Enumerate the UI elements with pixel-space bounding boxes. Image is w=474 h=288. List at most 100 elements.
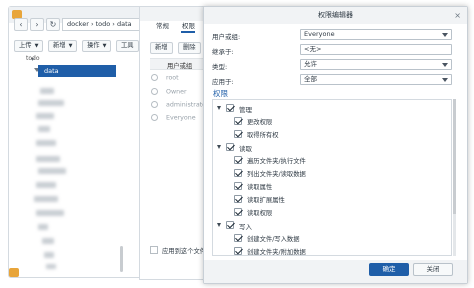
- chevron-down-icon: ▼: [34, 43, 39, 49]
- group-label-write: 写入: [239, 223, 252, 231]
- type-select[interactable]: 允许: [300, 59, 452, 70]
- tab-permission[interactable]: 权限: [182, 20, 195, 30]
- active-tab-indicator: [181, 31, 195, 33]
- perm-checkbox[interactable]: [234, 169, 242, 177]
- table-row[interactable]: Owner: [151, 88, 187, 96]
- tree-item-redacted[interactable]: [36, 140, 56, 146]
- user-name: Owner: [166, 88, 187, 96]
- perm-label: 列出文件夹/读取数据: [247, 171, 306, 178]
- perm-label: 读取扩展属性: [247, 197, 285, 204]
- chevron-down-icon: ▼: [102, 43, 107, 49]
- perm-checkbox[interactable]: [234, 208, 242, 216]
- group-label-read: 读取: [239, 145, 252, 153]
- close-icon[interactable]: ×: [454, 11, 461, 20]
- perm-checkbox[interactable]: [234, 234, 242, 242]
- user-name: root: [166, 74, 179, 82]
- tree-item-redacted[interactable]: [46, 264, 56, 269]
- apply-to-folder-checkbox[interactable]: [150, 246, 158, 254]
- perm-checkbox[interactable]: [234, 130, 242, 138]
- create-menu-button[interactable]: 新增 ▼: [48, 40, 78, 52]
- apply-to-select[interactable]: 全部: [300, 74, 452, 85]
- properties-titlebar: [140, 7, 208, 21]
- perm-label: 读取权限: [247, 210, 273, 217]
- back-button[interactable]: ‹: [14, 18, 28, 31]
- grid-header-user: 用户或组: [167, 63, 193, 70]
- tree-item-redacted[interactable]: [38, 100, 64, 106]
- user-icon: [151, 88, 158, 95]
- group-checkbox-write[interactable]: [226, 221, 234, 229]
- chevron-down-icon: [442, 33, 448, 37]
- perm-label: 创建文件/写入数据: [247, 236, 300, 243]
- tree-item-data-selected[interactable]: data: [38, 65, 116, 77]
- apply-to-value: 全部: [304, 75, 317, 83]
- chevron-down-icon[interactable]: [217, 223, 221, 227]
- chevron-down-icon: [442, 78, 448, 82]
- tree-item-redacted[interactable]: [42, 238, 54, 244]
- file-station-app-icon: [9, 268, 19, 277]
- forward-icon: ›: [35, 20, 39, 29]
- tree-item-todo[interactable]: todo: [26, 55, 40, 62]
- perm-checkbox[interactable]: [234, 247, 242, 255]
- user-icon: [151, 74, 158, 81]
- ok-button[interactable]: 确定: [369, 263, 409, 276]
- user-or-group-select[interactable]: Everyone: [300, 29, 452, 40]
- chevron-down-icon[interactable]: [217, 145, 221, 149]
- inherit-from-field: <无>: [300, 44, 452, 55]
- group-checkbox-manage[interactable]: [226, 104, 234, 112]
- add-permission-button[interactable]: 新增: [150, 42, 173, 54]
- tree-item-redacted[interactable]: [36, 156, 60, 162]
- chevron-down-icon: ▼: [68, 43, 73, 49]
- type-label: 类型:: [212, 63, 228, 71]
- inherit-from-value: <无>: [304, 45, 322, 53]
- perm-checkbox[interactable]: [234, 156, 242, 164]
- perm-label: 创建文件夹/附加数据: [247, 249, 306, 256]
- tab-general[interactable]: 常规: [156, 20, 169, 30]
- delete-permission-button[interactable]: 删除: [178, 42, 201, 54]
- action-menu-button[interactable]: 操作 ▼: [82, 40, 112, 52]
- tree-item-redacted[interactable]: [38, 224, 48, 230]
- permissions-heading: 权限: [213, 89, 228, 98]
- group-icon: [151, 114, 158, 121]
- tree-item-redacted[interactable]: [36, 210, 64, 216]
- group-icon: [151, 101, 158, 108]
- grid-header: 用户或组: [150, 58, 206, 70]
- perm-label: 读取属性: [247, 184, 273, 191]
- upload-menu-button[interactable]: 上传 ▼: [14, 40, 44, 52]
- perm-checkbox[interactable]: [234, 195, 242, 203]
- forward-button[interactable]: ›: [30, 18, 44, 31]
- perm-label: 更改权限: [247, 119, 273, 126]
- inherit-from-label: 继承于:: [212, 48, 234, 56]
- tree-item-redacted[interactable]: [34, 196, 58, 202]
- permissions-scrollbar-thumb[interactable]: [453, 99, 456, 214]
- perm-label: 取得所有权: [247, 132, 279, 139]
- group-checkbox-read[interactable]: [226, 143, 234, 151]
- path-breadcrumb[interactable]: docker › todo › data: [62, 18, 142, 31]
- perm-label: 遍历文件夹/执行文件: [247, 158, 306, 165]
- tree-item-redacted[interactable]: [36, 182, 56, 188]
- apply-to-label: 应用于:: [212, 78, 234, 86]
- group-label-manage: 管理: [239, 106, 252, 114]
- refresh-button[interactable]: ↻: [46, 18, 60, 31]
- perm-checkbox[interactable]: [234, 117, 242, 125]
- chevron-down-icon: [442, 63, 448, 67]
- tree-item-redacted[interactable]: [44, 252, 54, 258]
- table-row[interactable]: root: [151, 74, 179, 82]
- table-row[interactable]: Everyone: [151, 114, 196, 122]
- tree-item-redacted[interactable]: [38, 126, 50, 132]
- upload-label: 上传: [19, 42, 32, 49]
- chevron-down-icon[interactable]: [217, 106, 221, 110]
- tree-scrollbar[interactable]: [120, 246, 123, 272]
- tools-label: 工具: [121, 42, 134, 49]
- tree-item-redacted[interactable]: [36, 113, 54, 119]
- create-label: 新增: [53, 42, 66, 49]
- dialog-title: 权限编辑器: [204, 7, 467, 24]
- tree-item-redacted[interactable]: [38, 168, 66, 174]
- user-or-group-value: Everyone: [304, 30, 335, 38]
- action-label: 操作: [87, 42, 100, 49]
- perm-checkbox[interactable]: [234, 182, 242, 190]
- refresh-icon: ↻: [49, 20, 57, 29]
- back-icon: ‹: [19, 20, 23, 29]
- tools-menu-button[interactable]: 工具: [116, 40, 139, 52]
- close-button[interactable]: 关闭: [413, 263, 453, 276]
- tree-item-redacted[interactable]: [40, 88, 54, 94]
